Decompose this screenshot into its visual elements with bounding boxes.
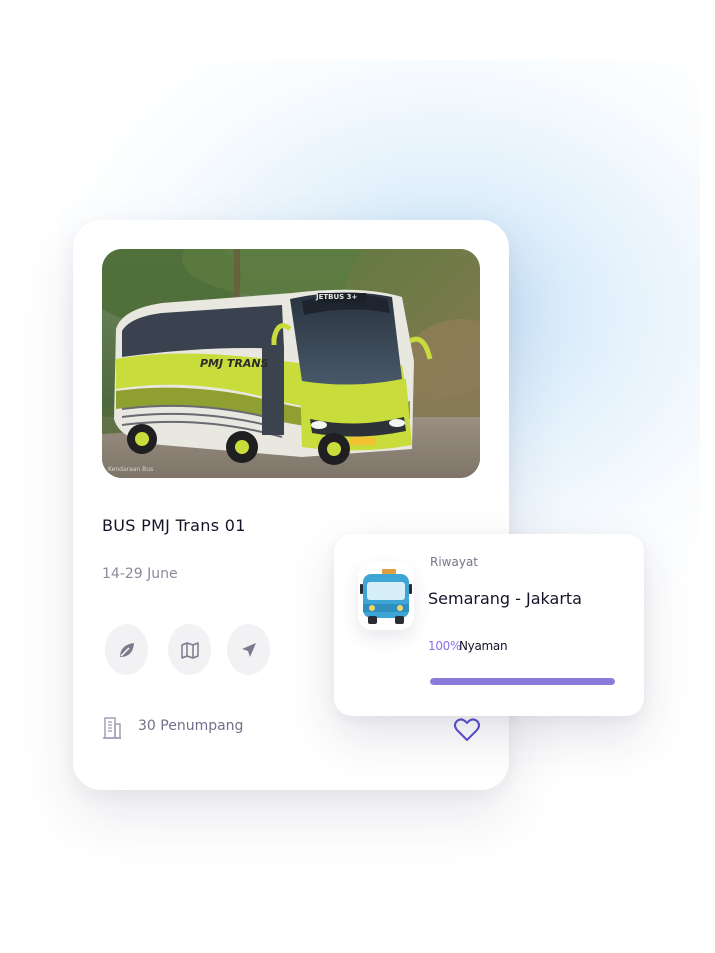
navigation-arrow-icon: [241, 642, 256, 657]
comfort-progress-bar: [430, 678, 615, 685]
bus-livery-text: PMJ TRANS: [200, 357, 269, 370]
map-button[interactable]: [168, 624, 211, 675]
trip-dates: 14-29 June: [102, 566, 178, 582]
history-label: Riwayat: [430, 555, 478, 569]
history-panel: Riwayat Semarang - Jakarta 100% Nyaman: [334, 534, 644, 716]
bus-photo: PMJ TRANS JETBUS 3+ Kendaraan Bus: [102, 249, 480, 478]
building-icon: [103, 717, 121, 739]
comfort-label: Nyaman: [459, 639, 508, 653]
navigation-button[interactable]: [227, 624, 270, 675]
bus-badge: [358, 562, 414, 630]
comfort-percent: 100%: [428, 639, 462, 653]
passenger-count: 30 Penumpang: [138, 718, 244, 734]
bus-title: BUS PMJ Trans 01: [102, 516, 246, 535]
route-title: Semarang - Jakarta: [428, 589, 582, 608]
bus-icon: [360, 569, 412, 624]
heart-icon[interactable]: [453, 716, 481, 744]
photo-watermark: Kendaraan Bus: [108, 466, 153, 473]
bus-header-text: JETBUS 3+: [315, 293, 358, 301]
map-icon: [180, 641, 199, 659]
leaf-button[interactable]: [105, 624, 148, 675]
comfort-progress-fill: [430, 678, 615, 685]
leaf-icon: [119, 642, 134, 657]
